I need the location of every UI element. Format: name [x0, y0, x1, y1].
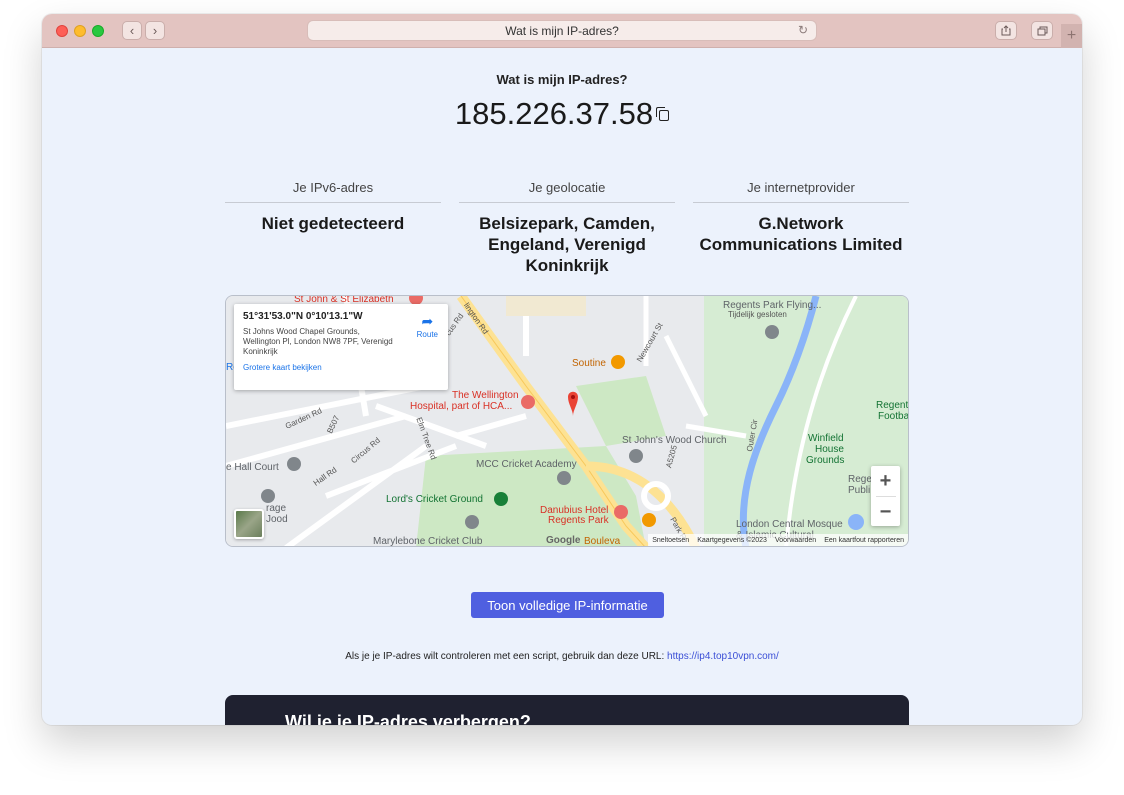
map-label-winfield-3: Grounds: [806, 455, 845, 466]
ip-address-display: 185.226.37.58: [42, 96, 1082, 132]
map-label-boulevard: Bouleva: [584, 536, 621, 547]
close-window-button[interactable]: [56, 25, 68, 37]
copy-icon[interactable]: [656, 107, 670, 121]
show-full-ip-info-button[interactable]: Toon volledige IP-informatie: [471, 592, 664, 618]
isp-heading: Je internetprovider: [693, 180, 909, 203]
satellite-toggle[interactable]: [234, 509, 264, 539]
map-label-tijdelijk: Tijdelijk gesloten: [728, 310, 787, 319]
chevron-left-icon: ‹: [129, 23, 135, 38]
chevron-right-icon: ›: [152, 23, 158, 38]
map-attribution: Sneltoetsen Kaartgegevens ©2023 Voorwaar…: [648, 534, 908, 546]
ipv6-heading: Je IPv6-adres: [225, 180, 441, 203]
map-label-hall-court: e Hall Court: [226, 462, 279, 473]
map-label-soutine: Soutine: [572, 358, 606, 369]
browser-window: ‹ › Wat is mijn IP-adres? ↻ + Wat is mij…: [42, 14, 1082, 725]
new-tab-button[interactable]: +: [1061, 24, 1082, 48]
map-label-rege: Rege: [848, 474, 872, 485]
map-coordinates: 51°31'53.0"N 0°10'13.1"W: [243, 311, 363, 322]
map-label-mcc: MCC Cricket Academy: [476, 459, 577, 470]
route-label: Route: [416, 330, 438, 339]
map-label-wellington: The Wellington: [452, 390, 519, 401]
back-button[interactable]: ‹: [122, 21, 142, 40]
geolocation-heading: Je geolocatie: [459, 180, 675, 203]
hide-ip-promo: 10 Wil je je IP-adres verbergen?: [225, 695, 909, 725]
map-label-danubius-2: Regents Park: [548, 515, 609, 526]
forward-button[interactable]: ›: [145, 21, 165, 40]
map-info-card: 51°31'53.0"N 0°10'13.1"W St Johns Wood C…: [234, 304, 448, 390]
zoom-control: + −: [871, 466, 900, 526]
map-address: St Johns Wood Chapel Grounds, Wellington…: [243, 327, 393, 356]
tabs-icon: [1037, 26, 1047, 35]
directions-icon: ➦: [421, 313, 434, 329]
route-button[interactable]: ➦ Route: [417, 314, 438, 339]
map-label-footba: Footba: [878, 411, 909, 422]
geolocation-column: Je geolocatie Belsizepark, Camden, Engel…: [459, 180, 675, 276]
ipv6-value: Niet gedetecteerd: [261, 214, 405, 233]
promo-title: Wil je je IP-adres verbergen?: [285, 712, 531, 725]
geolocation-value: Belsizepark, Camden, Engeland, Verenigd …: [479, 214, 655, 275]
zoom-out-button[interactable]: −: [871, 497, 900, 527]
share-button[interactable]: [995, 21, 1017, 40]
attrib-terms[interactable]: Voorwaarden: [775, 537, 816, 544]
map-label-mosque: London Central Mosque: [736, 519, 843, 530]
attrib-report[interactable]: Een kaartfout rapporteren: [824, 537, 904, 544]
map-label-winfield: Winfield: [808, 433, 844, 444]
zoom-window-button[interactable]: [92, 25, 104, 37]
map-label-wellington-2: Hospital, part of HCA...: [410, 401, 513, 412]
share-icon: [1001, 25, 1011, 36]
script-url-link[interactable]: https://ip4.top10vpn.com/: [667, 651, 779, 662]
map-label-rage: rage: [266, 503, 287, 514]
hero-label: Wat is mijn IP-adres?: [496, 72, 628, 87]
minimize-window-button[interactable]: [74, 25, 86, 37]
title-bar: ‹ › Wat is mijn IP-adres? ↻ +: [42, 14, 1082, 48]
plus-icon: +: [1066, 27, 1077, 44]
map-label-winfield-2: House: [815, 444, 844, 455]
script-note: Als je je IP-adres wilt controleren met …: [42, 651, 1082, 662]
attrib-shortcuts[interactable]: Sneltoetsen: [652, 537, 689, 544]
attrib-mapdata: Kaartgegevens ©2023: [697, 536, 767, 544]
reload-icon[interactable]: ↻: [798, 23, 808, 37]
isp-value: G.Network Communications Limited: [699, 214, 903, 254]
script-note-text: Als je je IP-adres wilt controleren met …: [345, 651, 668, 662]
map-label-regent-right: Regent: [876, 400, 909, 411]
ipv6-column: Je IPv6-adres Niet gedetecteerd: [225, 180, 441, 234]
map-label-lords: Lord's Cricket Ground: [386, 494, 483, 505]
isp-column: Je internetprovider G.Network Communicat…: [693, 180, 909, 255]
page-content: Wat is mijn IP-adres? 185.226.37.58 Je I…: [42, 48, 1082, 725]
bigger-map-link[interactable]: Grotere kaart bekijken: [243, 363, 439, 372]
map-label-publ: Publi: [848, 485, 871, 496]
tab-overview-button[interactable]: [1031, 21, 1053, 40]
address-bar[interactable]: Wat is mijn IP-adres? ↻: [307, 20, 817, 41]
address-bar-text: Wat is mijn IP-adres?: [505, 23, 619, 38]
google-logo: Google: [546, 535, 581, 546]
ip-address-value: 185.226.37.58: [454, 96, 654, 131]
map-label-marylebone: Marylebone Cricket Club: [373, 536, 483, 547]
zoom-in-button[interactable]: +: [871, 466, 900, 496]
location-map[interactable]: St John & St Elizabeth Regents Park Flyi…: [225, 295, 909, 547]
map-label-wood: Jood: [266, 514, 288, 525]
